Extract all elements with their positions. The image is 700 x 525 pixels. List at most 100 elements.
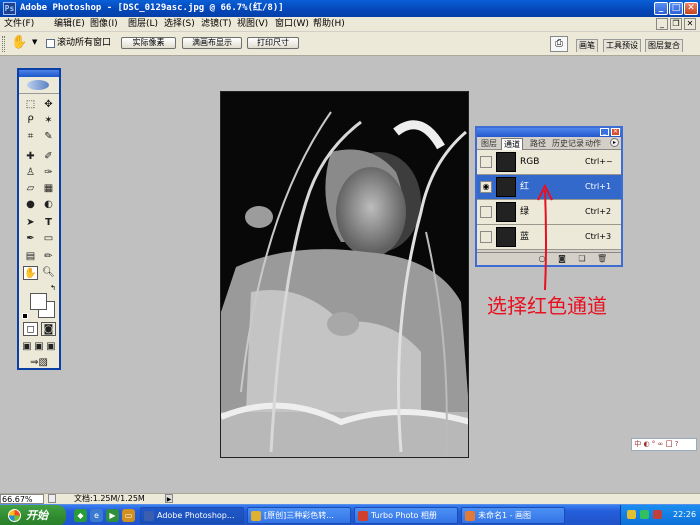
quicklaunch-app-icon[interactable]: ◆: [74, 509, 87, 522]
zoom-tool-icon[interactable]: 🔍︎: [41, 266, 56, 280]
eye-icon[interactable]: ◉: [480, 181, 492, 193]
menu-image[interactable]: 图像(I): [90, 18, 118, 31]
task-photoshop[interactable]: Adobe Photoshop...: [140, 507, 244, 524]
lasso-tool-icon[interactable]: ᑭ: [23, 114, 38, 128]
actual-pixels-button[interactable]: 实际像素: [121, 37, 176, 49]
tab-paths[interactable]: 路径: [528, 138, 548, 149]
marquee-tool-icon[interactable]: ⬚: [23, 98, 38, 112]
clone-stamp-tool-icon[interactable]: ♙: [23, 166, 38, 180]
panel-close-button[interactable]: ✕: [611, 128, 620, 136]
tray-ime-icon[interactable]: [627, 510, 636, 519]
quicklaunch-ie-icon[interactable]: e: [90, 509, 103, 522]
eyedropper-tool-icon[interactable]: ✏: [41, 250, 56, 264]
palette-tab-tool-presets[interactable]: 工具预设: [603, 39, 641, 52]
palette-tab-layer-comps[interactable]: 图层复合: [645, 39, 683, 52]
minimize-button[interactable]: _: [654, 2, 668, 15]
status-info-toggle-icon[interactable]: [48, 494, 56, 503]
full-screen-mode-icon[interactable]: ▣: [45, 340, 57, 354]
system-clock: 22:26: [673, 510, 697, 519]
shape-tool-icon[interactable]: ▭: [41, 232, 56, 246]
menu-edit[interactable]: 编辑(E): [54, 18, 85, 31]
swap-colors-icon[interactable]: ↰: [50, 284, 56, 292]
gradient-tool-icon[interactable]: ▦: [41, 182, 56, 196]
task-label: [原创]三种彩色转...: [264, 511, 334, 520]
magic-wand-tool-icon[interactable]: ✶: [41, 114, 56, 128]
crop-tool-icon[interactable]: ⌗: [23, 130, 38, 144]
doc-close-button[interactable]: ✕: [684, 18, 696, 30]
tool-preset-dropdown-icon[interactable]: ▼: [32, 38, 37, 46]
menu-view[interactable]: 视图(V): [237, 18, 268, 31]
tray-security-icon[interactable]: [653, 510, 662, 519]
healing-brush-tool-icon[interactable]: ✚: [23, 150, 38, 164]
doc-minimize-button[interactable]: _: [656, 18, 668, 30]
jump-to-imageready-icon[interactable]: ⇒▧: [23, 356, 55, 370]
palette-tab-brushes[interactable]: 画笔: [576, 39, 598, 52]
panel-minimize-button[interactable]: _: [600, 128, 609, 136]
task-forum-post[interactable]: [原创]三种彩色转...: [247, 507, 351, 524]
annotation-text: 选择红色通道: [487, 294, 607, 318]
standard-screen-mode-icon[interactable]: ▣: [21, 340, 33, 354]
delete-channel-icon[interactable]: 🗑︎: [597, 254, 607, 264]
menu-file[interactable]: 文件(F): [4, 18, 34, 31]
dodge-tool-icon[interactable]: ◐: [41, 198, 56, 212]
channel-thumbnail: [496, 177, 516, 197]
channel-name: RGB: [520, 157, 540, 167]
visibility-toggle[interactable]: [480, 206, 492, 218]
zoom-level-field[interactable]: 66.67%: [0, 494, 44, 504]
doc-restore-button[interactable]: ❐: [670, 18, 682, 30]
history-brush-tool-icon[interactable]: ✑: [41, 166, 56, 180]
quicklaunch-media-icon[interactable]: ▶: [106, 509, 119, 522]
save-selection-as-channel-icon[interactable]: ◙: [557, 254, 567, 264]
standard-mode-icon[interactable]: ◻: [23, 322, 38, 336]
move-tool-icon[interactable]: ✥: [41, 98, 56, 112]
ime-toolbar[interactable]: 中 ◐ ° ∞ 囗 ?: [631, 438, 697, 451]
maximize-button[interactable]: □: [669, 2, 683, 15]
tab-history[interactable]: 历史记录: [550, 138, 586, 149]
notes-tool-icon[interactable]: ▤: [23, 250, 38, 264]
quick-mask-mode-icon[interactable]: ◙: [41, 322, 56, 336]
type-tool-icon[interactable]: T: [41, 216, 56, 230]
hand-tool-icon[interactable]: ✋: [23, 266, 38, 280]
browser-task-icon: [251, 511, 261, 521]
document-canvas[interactable]: [220, 91, 469, 458]
task-turbo-photo[interactable]: Turbo Photo 相册: [354, 507, 458, 524]
scroll-all-windows-checkbox[interactable]: [46, 39, 55, 48]
task-paint[interactable]: 未命名1 - 画图: [461, 507, 565, 524]
status-menu-arrow-icon[interactable]: ▶: [165, 494, 173, 503]
tray-network-icon[interactable]: [640, 510, 649, 519]
visibility-toggle[interactable]: [480, 231, 492, 243]
menu-help[interactable]: 帮助(H): [313, 18, 345, 31]
tab-channels[interactable]: 通道: [501, 138, 523, 150]
channel-thumbnail: [496, 152, 516, 172]
visibility-toggle[interactable]: [480, 156, 492, 168]
pen-tool-icon[interactable]: ✒: [23, 232, 38, 246]
brush-tool-icon[interactable]: ✐: [41, 150, 56, 164]
full-screen-menu-mode-icon[interactable]: ▣: [33, 340, 45, 354]
new-channel-icon[interactable]: ❏: [577, 254, 587, 264]
fit-on-screen-button[interactable]: 满画布显示: [182, 37, 242, 49]
file-browser-icon[interactable]: ⎙: [550, 36, 568, 52]
menu-layer[interactable]: 图层(L): [128, 18, 158, 31]
options-bar-grip[interactable]: [2, 36, 5, 52]
menu-window[interactable]: 窗口(W): [275, 18, 309, 31]
hand-tool-icon[interactable]: ✋: [11, 36, 27, 50]
tab-layers[interactable]: 图层: [479, 138, 499, 149]
quicklaunch-folder-icon[interactable]: ▭: [122, 509, 135, 522]
channels-panel-title-bar[interactable]: _ ✕: [477, 128, 621, 137]
default-colors-icon[interactable]: [22, 313, 28, 319]
menu-filter[interactable]: 滤镜(T): [201, 18, 232, 31]
print-size-button[interactable]: 打印尺寸: [247, 37, 299, 49]
blur-tool-icon[interactable]: ●: [23, 198, 38, 212]
start-button[interactable]: 开始: [0, 505, 66, 525]
close-button[interactable]: ✕: [684, 2, 698, 15]
toolbox-title-bar[interactable]: [19, 70, 59, 77]
channel-row-rgb[interactable]: RGB Ctrl+~: [477, 150, 621, 175]
panel-menu-arrow-icon[interactable]: ▸: [610, 138, 619, 147]
foreground-color-swatch[interactable]: [30, 293, 47, 310]
tab-actions[interactable]: 动作: [583, 138, 603, 149]
menu-select[interactable]: 选择(S): [164, 18, 195, 31]
adobe-feather-logo[interactable]: [19, 77, 59, 94]
slice-tool-icon[interactable]: ✎: [41, 130, 56, 144]
eraser-tool-icon[interactable]: ▱: [23, 182, 38, 196]
path-selection-tool-icon[interactable]: ➤: [23, 216, 38, 230]
